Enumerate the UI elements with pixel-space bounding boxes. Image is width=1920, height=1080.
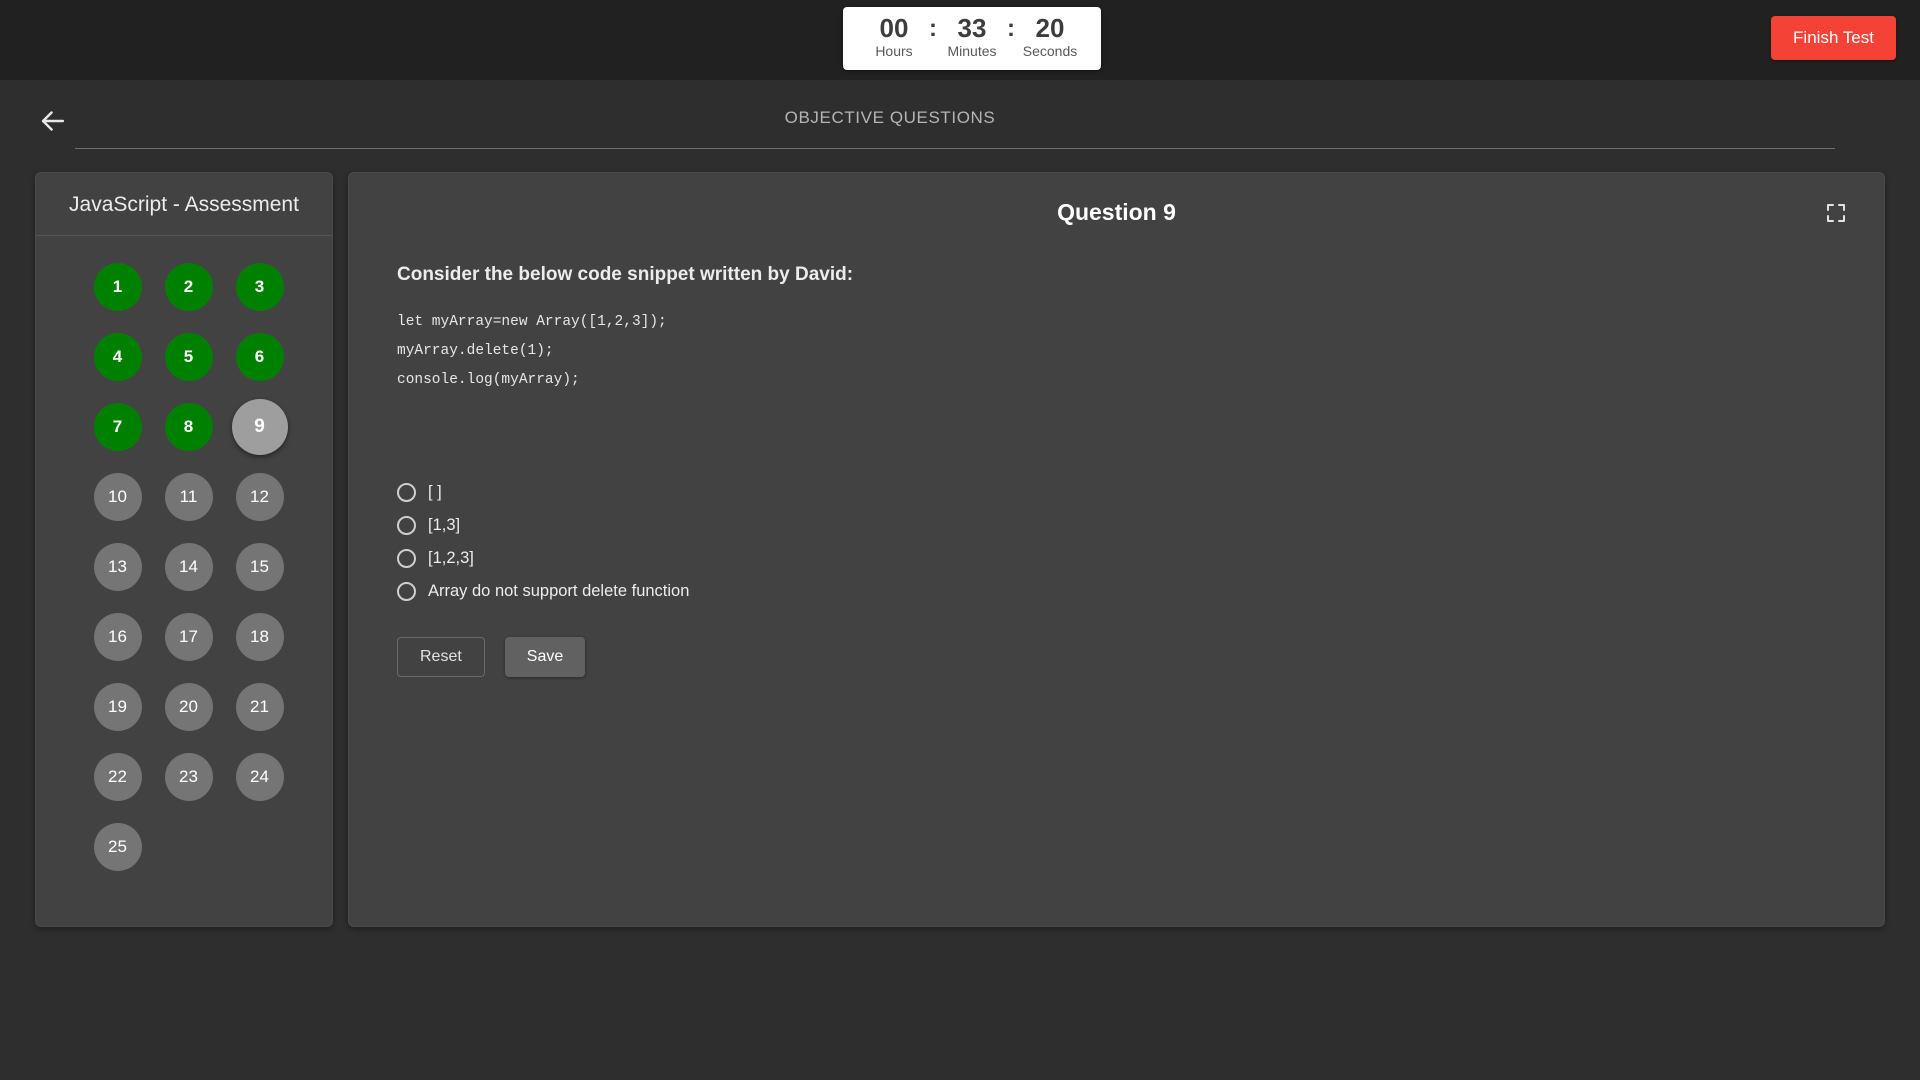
question-nav-button-5[interactable]: 5 <box>164 333 213 381</box>
question-nav-button-15[interactable]: 15 <box>235 543 284 591</box>
timer-hours-value: 00 <box>879 13 909 43</box>
question-nav-button-1[interactable]: 1 <box>93 263 142 311</box>
answer-option-4[interactable]: Array do not support delete function <box>397 582 689 601</box>
question-nav-button-12[interactable]: 12 <box>235 473 284 521</box>
radio-button-icon[interactable] <box>397 549 416 568</box>
top-bar: 00 Hours : 33 Minutes : 20 Seconds Finis… <box>0 0 1920 80</box>
timer-seconds-value: 20 <box>1035 13 1065 43</box>
question-nav-cell: 9 <box>224 392 295 462</box>
question-number-grid: 1 2 3 4 5 6 7 8 9 10 11 12 13 14 15 16 17 18 19 20 21 22 23 24 2… <box>36 236 332 882</box>
question-header: Question 9 <box>349 173 1884 226</box>
question-prompt: Consider the below code snippet written … <box>397 264 854 285</box>
question-nav-button-20[interactable]: 20 <box>164 683 213 731</box>
question-nav-cell: 17 <box>153 602 224 672</box>
answer-options: [ ] [1,3] [1,2,3] Array do not support dele… <box>397 483 1884 601</box>
answer-option-label: Array do not support delete function <box>428 582 690 600</box>
question-nav-cell: 24 <box>224 742 295 812</box>
question-body: Consider the below code snippet written … <box>349 226 1884 677</box>
question-nav-cell: 3 <box>224 252 295 322</box>
question-nav-button-13[interactable]: 13 <box>93 543 142 591</box>
question-nav-cell: 12 <box>224 462 295 532</box>
question-nav-cell: 4 <box>82 322 153 392</box>
radio-button-icon[interactable] <box>397 516 416 535</box>
question-nav-cell: 25 <box>82 812 153 882</box>
question-nav-button-25[interactable]: 25 <box>93 823 142 871</box>
answer-option-label: [1,2,3] <box>428 549 474 567</box>
timer-digits: 00 Hours : 33 Minutes : 20 Seconds <box>861 13 1083 60</box>
assessment-title: JavaScript - Assessment <box>36 173 332 236</box>
code-snippet: let myArray=new Array([1,2,3]); myArray.… <box>397 314 667 388</box>
question-nav-cell: 22 <box>82 742 153 812</box>
question-nav-cell: 11 <box>153 462 224 532</box>
question-nav-button-6[interactable]: 6 <box>235 333 284 381</box>
answer-option-3[interactable]: [1,2,3] <box>397 549 474 568</box>
question-nav-cell: 20 <box>153 672 224 742</box>
question-nav-button-19[interactable]: 19 <box>93 683 142 731</box>
question-nav-cell: 6 <box>224 322 295 392</box>
question-nav-cell: 10 <box>82 462 153 532</box>
question-nav-button-22[interactable]: 22 <box>93 753 142 801</box>
answer-option-label: [ ] <box>428 483 442 501</box>
timer-hours: 00 Hours <box>861 13 927 60</box>
question-panel: Question 9 Consider the below code snipp… <box>348 172 1885 927</box>
finish-test-button[interactable]: Finish Test <box>1771 16 1896 60</box>
question-nav-cell: 21 <box>224 672 295 742</box>
header-divider <box>75 148 1835 149</box>
question-nav-button-11[interactable]: 11 <box>164 473 213 521</box>
question-nav-cell: 15 <box>224 532 295 602</box>
timer-separator-1: : <box>929 15 937 42</box>
question-nav-cell: 8 <box>153 392 224 462</box>
question-nav-cell: 5 <box>153 322 224 392</box>
timer-minutes-value: 33 <box>957 13 987 43</box>
timer-hours-label: Hours <box>875 43 913 60</box>
timer-minutes-label: Minutes <box>947 43 997 60</box>
answer-option-2[interactable]: [1,3] <box>397 516 460 535</box>
question-nav-button-16[interactable]: 16 <box>93 613 142 661</box>
question-title: Question 9 <box>1057 199 1176 225</box>
timer-seconds: 20 Seconds <box>1017 13 1083 60</box>
question-nav-cell: 16 <box>82 602 153 672</box>
reset-button[interactable]: Reset <box>397 637 485 677</box>
timer-seconds-label: Seconds <box>1022 43 1078 60</box>
question-nav-button-3[interactable]: 3 <box>235 263 284 311</box>
page-title: OBJECTIVE QUESTIONS <box>784 108 996 127</box>
answer-option-1[interactable]: [ ] <box>397 483 442 502</box>
timer-separator-2: : <box>1007 15 1015 42</box>
question-nav-button-21[interactable]: 21 <box>235 683 284 731</box>
save-button[interactable]: Save <box>504 637 586 677</box>
question-navigator-panel: JavaScript - Assessment 1 2 3 4 5 6 7 8 9 10 11 12 1… <box>35 172 333 927</box>
radio-button-icon[interactable] <box>397 483 416 502</box>
question-nav-cell: 18 <box>224 602 295 672</box>
answer-option-label: [1,3] <box>428 516 461 534</box>
section-header: OBJECTIVE QUESTIONS <box>0 80 1920 170</box>
question-nav-button-10[interactable]: 10 <box>93 473 142 521</box>
question-nav-cell: 7 <box>82 392 153 462</box>
question-nav-button-23[interactable]: 23 <box>164 753 213 801</box>
question-nav-cell: 14 <box>153 532 224 602</box>
question-nav-cell: 23 <box>153 742 224 812</box>
radio-button-icon[interactable] <box>397 582 416 601</box>
question-nav-cell: 19 <box>82 672 153 742</box>
question-nav-button-2[interactable]: 2 <box>164 263 213 311</box>
question-nav-cell: 2 <box>153 252 224 322</box>
question-nav-button-4[interactable]: 4 <box>93 333 142 381</box>
timer-minutes: 33 Minutes <box>939 13 1005 60</box>
question-nav-cell: 1 <box>82 252 153 322</box>
question-nav-button-17[interactable]: 17 <box>164 613 213 661</box>
question-nav-button-9[interactable]: 9 <box>231 399 288 455</box>
action-buttons: Reset Save <box>397 637 1884 677</box>
question-nav-cell: 13 <box>82 532 153 602</box>
content-area: JavaScript - Assessment 1 2 3 4 5 6 7 8 9 10 11 12 1… <box>0 170 1920 1080</box>
fullscreen-icon[interactable] <box>1824 201 1848 225</box>
countdown-timer: 00 Hours : 33 Minutes : 20 Seconds <box>843 7 1101 71</box>
question-nav-button-24[interactable]: 24 <box>235 753 284 801</box>
question-nav-button-7[interactable]: 7 <box>93 403 142 451</box>
question-nav-button-8[interactable]: 8 <box>164 403 213 451</box>
question-nav-button-14[interactable]: 14 <box>164 543 213 591</box>
question-nav-button-18[interactable]: 18 <box>235 613 284 661</box>
